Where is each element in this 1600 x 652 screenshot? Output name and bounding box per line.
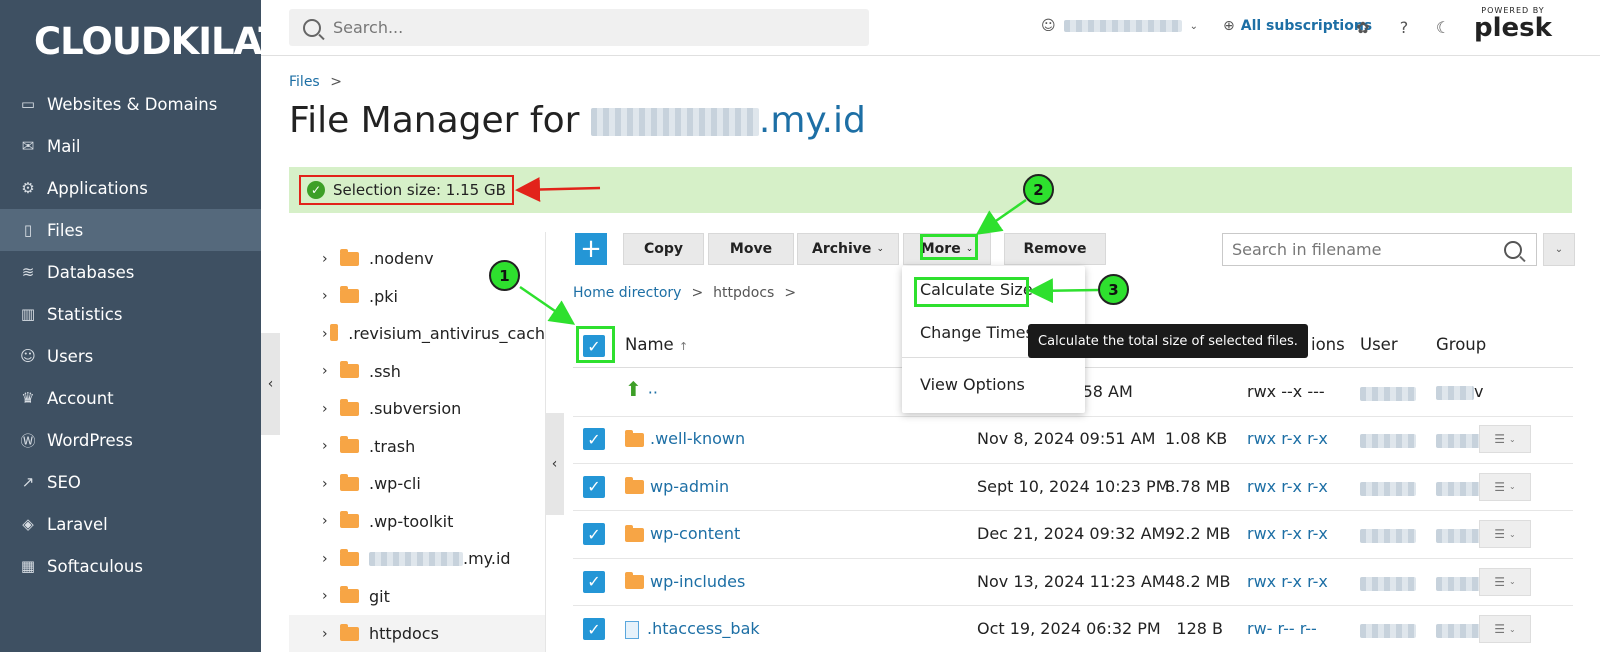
arrow-selection-size <box>515 177 601 202</box>
step-marker-1: 1 <box>489 260 520 291</box>
step-marker-2: 2 <box>1023 174 1054 205</box>
arrow-2 <box>975 198 1027 235</box>
arrow-1 <box>519 285 576 325</box>
step-marker-3: 3 <box>1098 274 1129 305</box>
arrow-3 <box>1028 278 1099 304</box>
annotation-arrows <box>515 177 1099 325</box>
